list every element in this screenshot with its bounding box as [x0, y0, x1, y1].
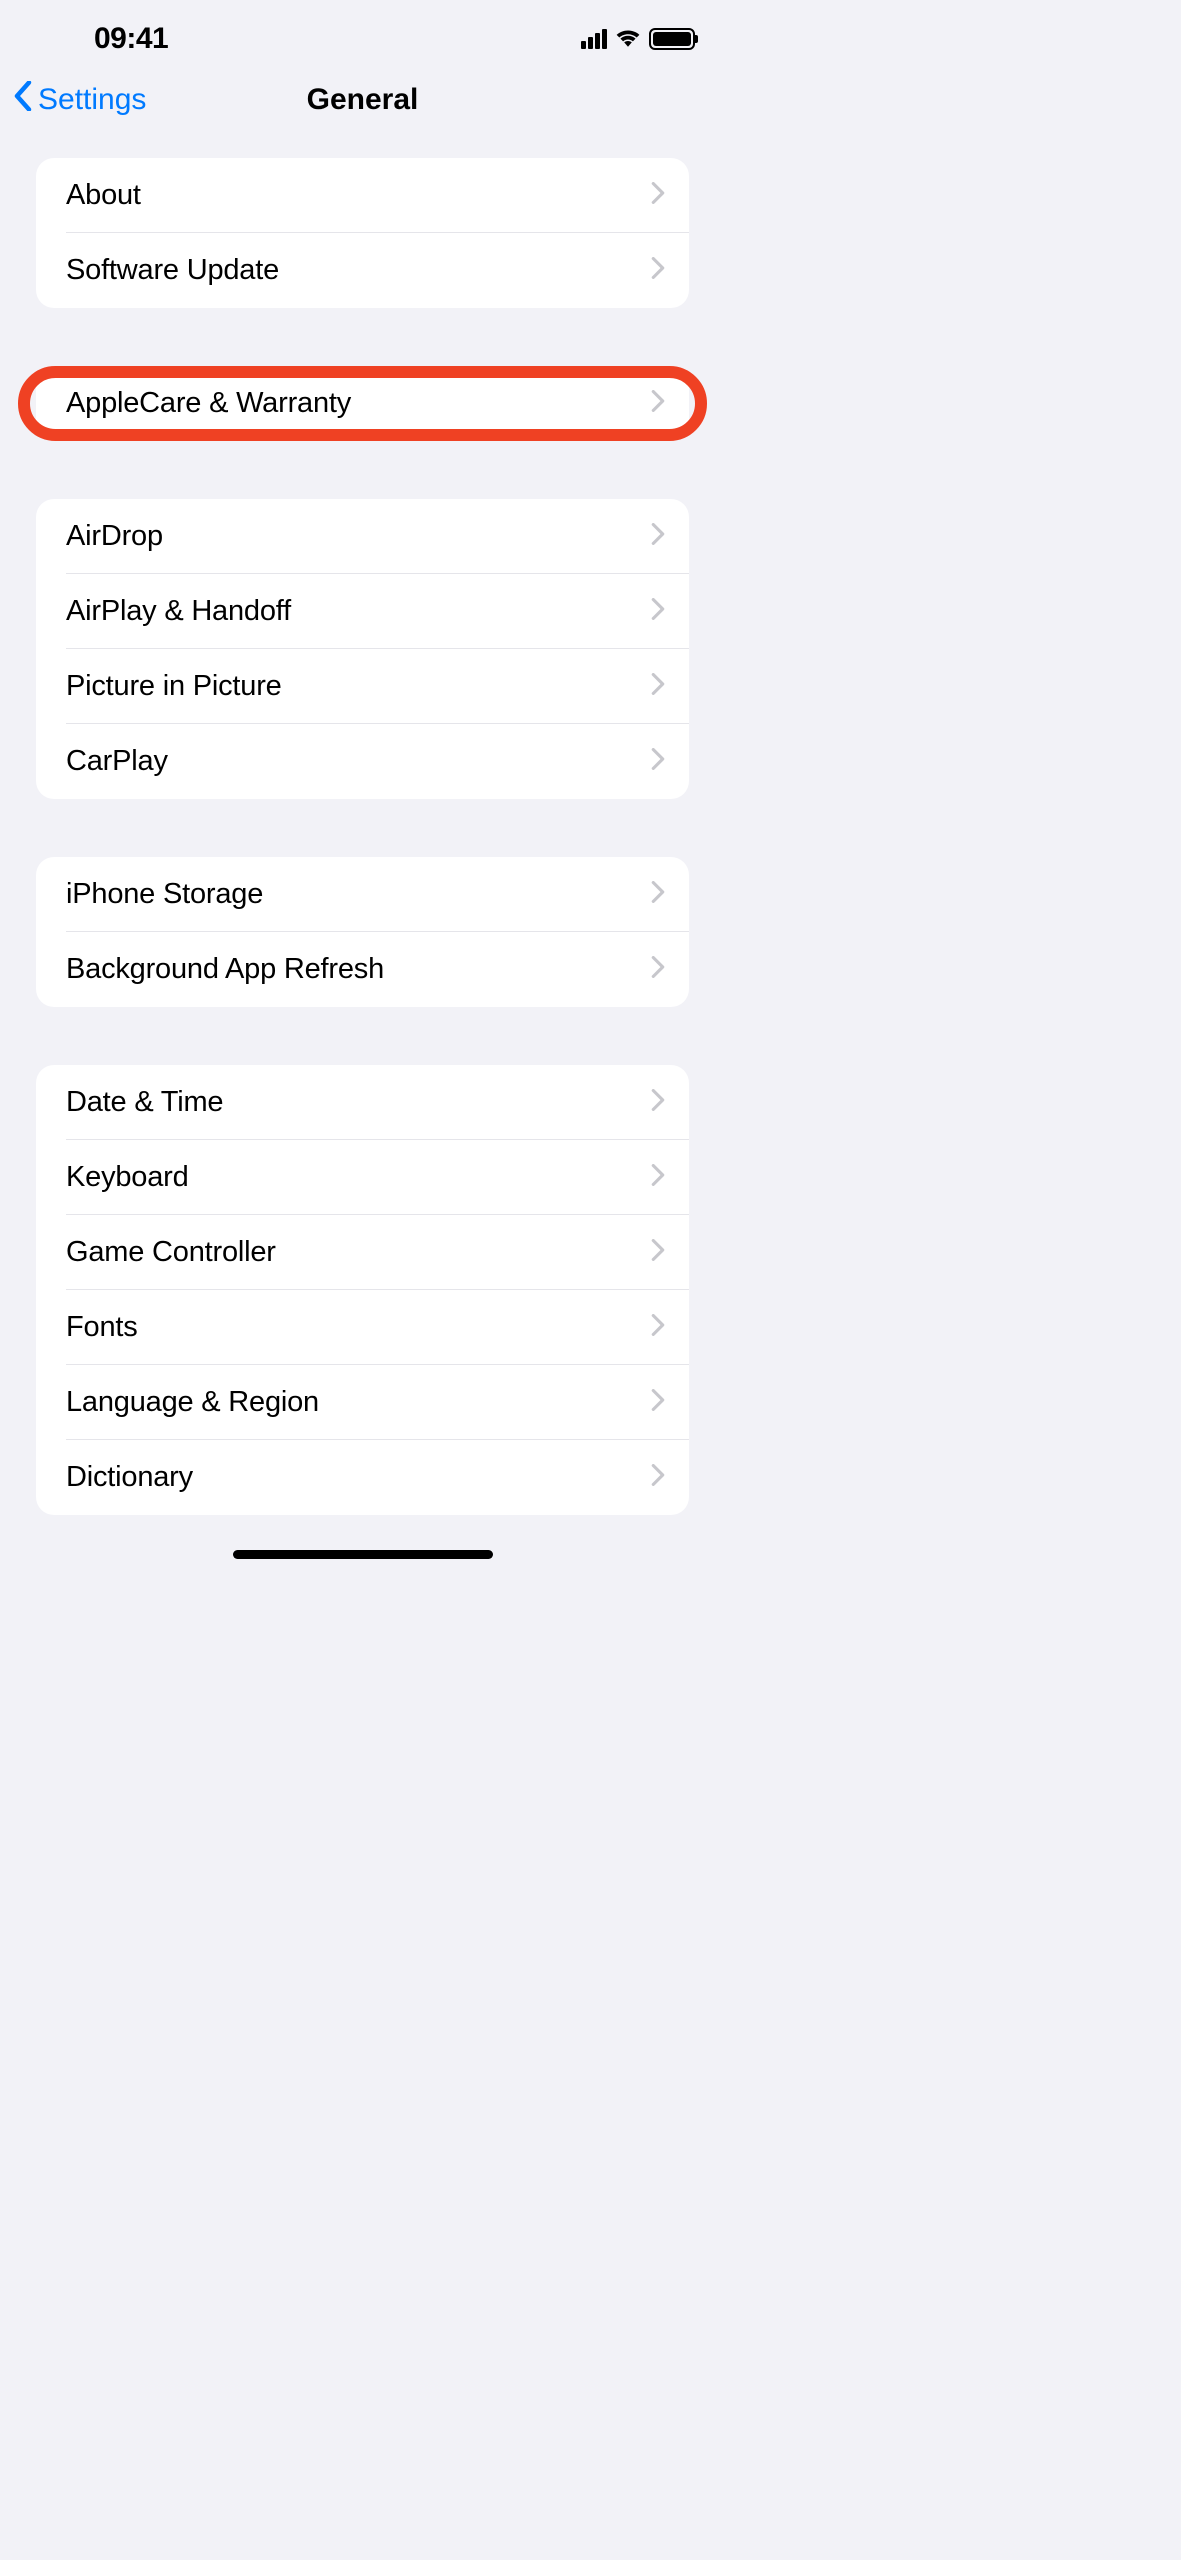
status-bar: 09:41	[0, 0, 725, 60]
chevron-right-icon	[651, 182, 665, 209]
row-label: Picture in Picture	[66, 670, 282, 703]
row-label: Fonts	[66, 1311, 138, 1344]
row-applecare-warranty[interactable]: AppleCare & Warranty	[36, 366, 689, 441]
status-time: 09:41	[94, 22, 168, 56]
settings-group-misc: Date & Time Keyboard Game Controller Fon…	[36, 1065, 689, 1515]
back-button[interactable]: Settings	[12, 81, 146, 119]
row-label: Dictionary	[66, 1461, 193, 1494]
content: About Software Update AppleCare & Warran…	[0, 158, 725, 1515]
chevron-right-icon	[651, 673, 665, 700]
row-label: AirPlay & Handoff	[66, 595, 291, 628]
row-about[interactable]: About	[36, 158, 689, 233]
home-indicator[interactable]	[233, 1550, 493, 1559]
row-game-controller[interactable]: Game Controller	[36, 1215, 689, 1290]
settings-general-screen: 09:41 Settings General	[0, 0, 725, 1571]
row-carplay[interactable]: CarPlay	[36, 724, 689, 799]
page-title: General	[307, 83, 419, 117]
row-background-app-refresh[interactable]: Background App Refresh	[36, 932, 689, 1007]
highlighted-group-wrapper: AppleCare & Warranty	[18, 366, 707, 441]
row-airplay-handoff[interactable]: AirPlay & Handoff	[36, 574, 689, 649]
chevron-right-icon	[651, 257, 665, 284]
row-label: Keyboard	[66, 1161, 189, 1194]
chevron-right-icon	[651, 390, 665, 417]
chevron-right-icon	[651, 1164, 665, 1191]
row-label: AirDrop	[66, 520, 163, 553]
chevron-right-icon	[651, 748, 665, 775]
row-picture-in-picture[interactable]: Picture in Picture	[36, 649, 689, 724]
settings-group-applecare: AppleCare & Warranty	[36, 366, 689, 441]
row-label: AppleCare & Warranty	[66, 387, 351, 420]
row-iphone-storage[interactable]: iPhone Storage	[36, 857, 689, 932]
cellular-signal-icon	[581, 29, 607, 49]
chevron-left-icon	[12, 81, 34, 119]
row-software-update[interactable]: Software Update	[36, 233, 689, 308]
row-dictionary[interactable]: Dictionary	[36, 1440, 689, 1515]
row-keyboard[interactable]: Keyboard	[36, 1140, 689, 1215]
chevron-right-icon	[651, 523, 665, 550]
row-label: Software Update	[66, 254, 279, 287]
nav-bar: Settings General	[0, 60, 725, 140]
back-label: Settings	[38, 83, 146, 117]
battery-icon	[649, 28, 695, 50]
row-label: Background App Refresh	[66, 953, 384, 986]
chevron-right-icon	[651, 1314, 665, 1341]
row-label: Language & Region	[66, 1386, 319, 1419]
row-airdrop[interactable]: AirDrop	[36, 499, 689, 574]
chevron-right-icon	[651, 881, 665, 908]
chevron-right-icon	[651, 1239, 665, 1266]
row-label: Date & Time	[66, 1086, 223, 1119]
settings-group-system: About Software Update	[36, 158, 689, 308]
row-label: Game Controller	[66, 1236, 276, 1269]
row-label: About	[66, 179, 141, 212]
wifi-icon	[615, 27, 641, 52]
chevron-right-icon	[651, 1464, 665, 1491]
chevron-right-icon	[651, 598, 665, 625]
row-label: CarPlay	[66, 745, 168, 778]
row-label: iPhone Storage	[66, 878, 263, 911]
settings-group-storage: iPhone Storage Background App Refresh	[36, 857, 689, 1007]
row-fonts[interactable]: Fonts	[36, 1290, 689, 1365]
chevron-right-icon	[651, 1089, 665, 1116]
chevron-right-icon	[651, 956, 665, 983]
row-date-time[interactable]: Date & Time	[36, 1065, 689, 1140]
row-language-region[interactable]: Language & Region	[36, 1365, 689, 1440]
settings-group-connectivity: AirDrop AirPlay & Handoff Picture in Pic…	[36, 499, 689, 799]
status-icons	[581, 27, 695, 52]
chevron-right-icon	[651, 1389, 665, 1416]
